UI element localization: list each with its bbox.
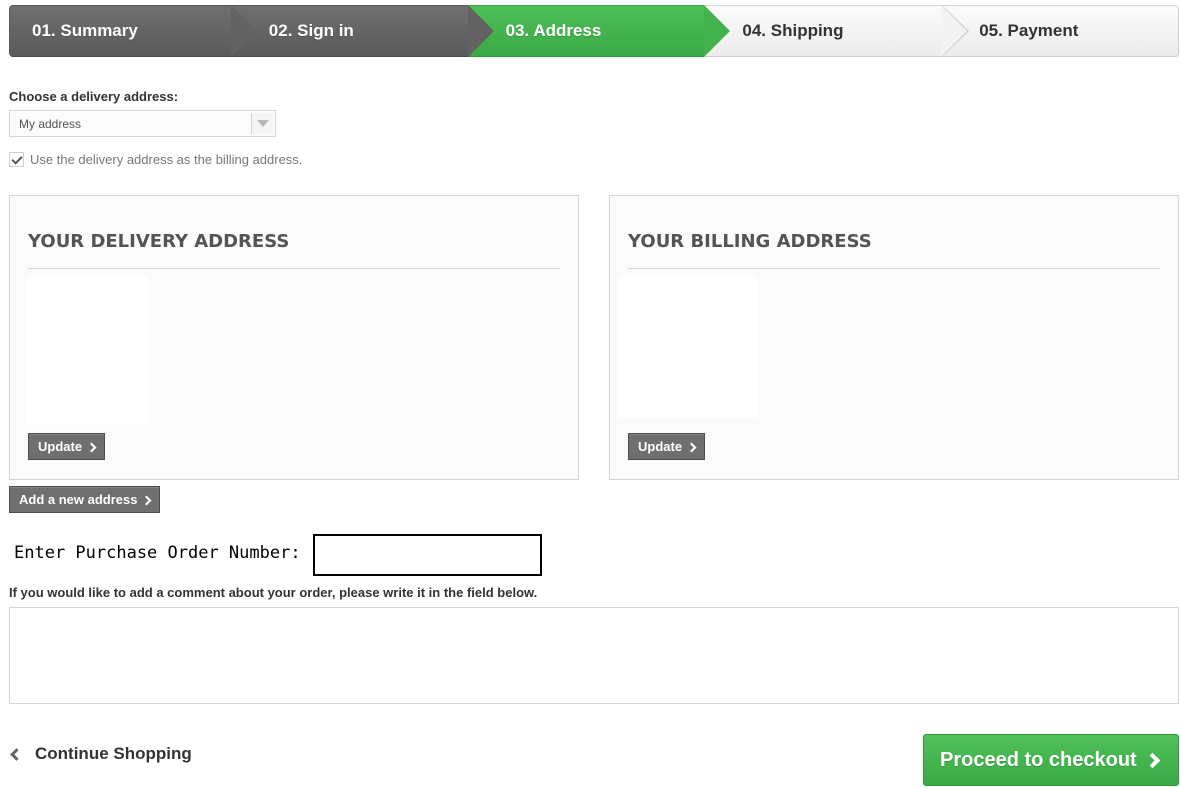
chevron-right-icon [1144,752,1160,769]
step-address[interactable]: 03. Address [467,5,731,57]
delivery-address-details [26,276,148,424]
chevron-left-icon [10,747,23,761]
step-sign-in[interactable]: 02. Sign in [230,5,494,57]
step-shipping[interactable]: 04. Shipping [704,5,970,57]
chevron-right-icon [686,442,697,452]
chevron-right-icon [86,442,97,452]
select-toggle[interactable] [251,113,273,134]
same-billing-label: Use the delivery address as the billing … [30,152,303,167]
step-summary[interactable]: 01. Summary [9,5,257,57]
step-label: 04. Shipping [742,21,844,40]
delivery-address-title: YOUR DELIVERY ADDRESS [28,231,290,252]
delivery-address-select[interactable]: My address [9,110,276,137]
step-payment[interactable]: 05. Payment [941,5,1179,57]
step-label: 03. Address [505,21,602,40]
chevron-right-icon [230,5,257,57]
continue-shopping-label: Continue Shopping [35,744,192,763]
po-number-input[interactable] [313,534,542,576]
billing-address-details [618,276,758,418]
proceed-to-checkout-button[interactable]: Proceed to checkout [923,734,1179,786]
divider [28,268,560,269]
button-label: Update [638,439,683,454]
order-comment-textarea[interactable] [9,607,1179,704]
button-label: Add a new address [19,492,138,507]
step-label: 02. Sign in [268,21,354,40]
delivery-address-box: YOUR DELIVERY ADDRESS Update [9,195,579,480]
step-label: 01. Summary [32,21,138,40]
continue-shopping-link[interactable]: Continue Shopping [9,744,192,764]
same-billing-checkbox[interactable] [9,152,24,167]
checkout-steps: 01. Summary 02. Sign in 03. Address 04. … [9,5,1179,57]
step-label: 05. Payment [979,21,1079,40]
caret-down-icon [256,120,269,127]
selected-address-value: My address [19,117,82,131]
chevron-right-icon [142,495,152,505]
billing-address-box: YOUR BILLING ADDRESS Update [609,195,1179,480]
billing-address-title: YOUR BILLING ADDRESS [628,231,872,252]
po-number-label: Enter Purchase Order Number: [14,543,301,563]
comment-label: If you would like to add a comment about… [9,585,538,600]
add-new-address-button[interactable]: Add a new address [9,486,161,513]
chevron-right-icon [467,5,494,57]
same-billing-row: Use the delivery address as the billing … [9,152,302,167]
choose-address-label: Choose a delivery address: [9,89,179,104]
checkout-label: Proceed to checkout [940,748,1137,771]
delivery-update-button[interactable]: Update [28,433,106,460]
chevron-right-icon [704,5,731,57]
button-label: Update [38,439,83,454]
divider [628,268,1160,269]
billing-update-button[interactable]: Update [628,433,706,460]
chevron-right-icon [941,5,968,57]
